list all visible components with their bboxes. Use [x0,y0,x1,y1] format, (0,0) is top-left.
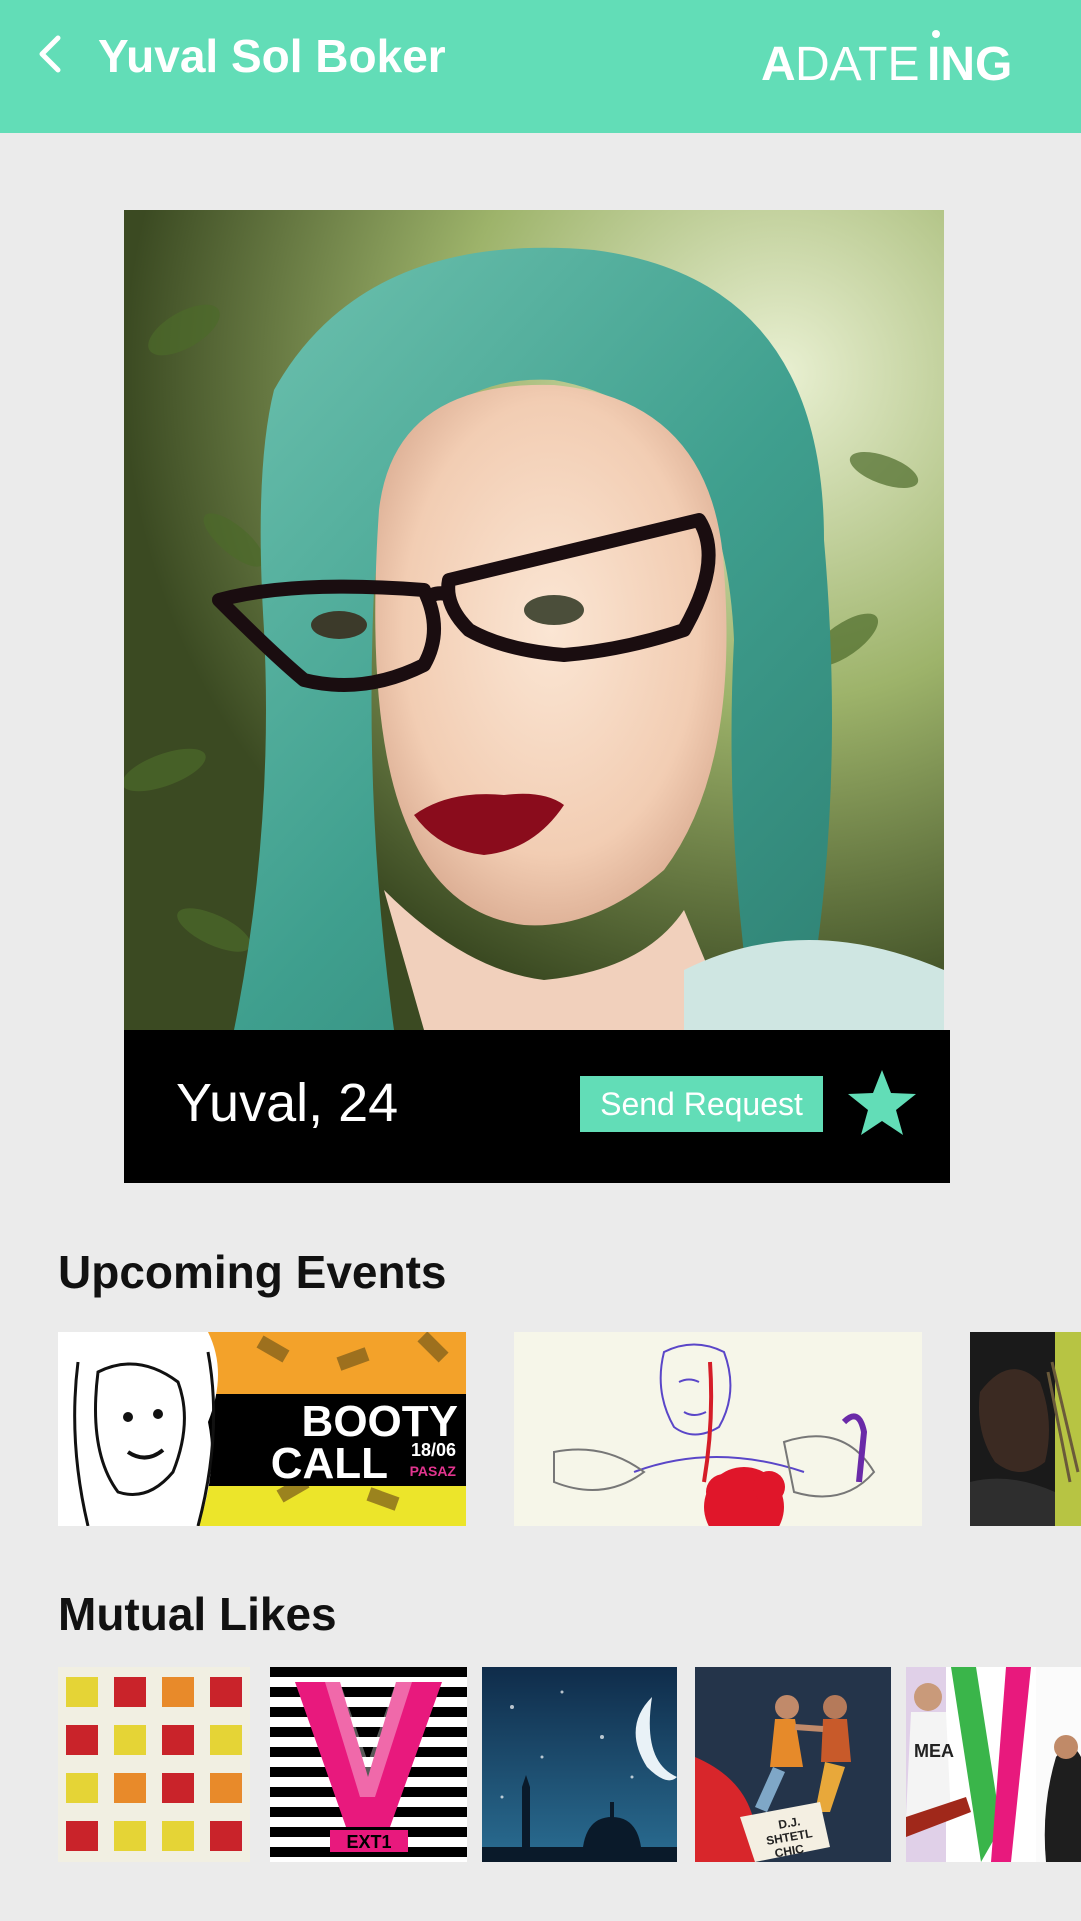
event-title-line2: CALL [271,1439,388,1488]
page-title: Yuval Sol Boker [98,30,446,82]
send-request-button[interactable]: Send Request [580,1076,823,1132]
upcoming-events-title: Upcoming Events [58,1246,447,1298]
profile-photo[interactable] [124,210,944,1030]
mutual-like-label: EXT1 [346,1832,391,1852]
mutual-like-dj-shtetl-chic: D.J. SHTETL CHIC [695,1667,891,1862]
mutual-like-item[interactable]: EXT1 [270,1667,467,1862]
mutual-like-item[interactable]: MEA [906,1667,1081,1862]
mutual-likes-title: Mutual Likes [58,1588,337,1640]
brand-logo-a: A [761,38,796,90]
mutual-like-ext1-logo: EXT1 [270,1667,467,1862]
event-card[interactable] [970,1332,1081,1526]
profile-photo-image [124,210,944,1030]
event-date: 18/06 [411,1440,456,1460]
mutual-like-label: MEA [914,1741,954,1761]
chevron-left-icon [39,35,61,73]
event-card[interactable] [514,1332,922,1526]
profile-info-bar: Yuval, 24 Send Request [124,1030,950,1183]
event-poster-portrait [970,1332,1081,1526]
brand-logo: A DATE ING [761,30,1012,90]
brand-logo-ing: ING [927,38,1012,90]
name-age-label: Yuval, 24 [176,1073,399,1133]
brand-logo-date: DATE [795,38,919,90]
mutual-like-item[interactable]: D.J. SHTETL CHIC [695,1667,891,1862]
event-poster-booty-call: BOOTY CALL 18/06 PASAZ [58,1332,466,1526]
app-bar: Yuval Sol Boker A DATE ING [0,0,1081,133]
mutual-like-band-photo: MEA [906,1667,1081,1862]
event-poster-illustration [514,1332,922,1526]
event-venue: PASAZ [410,1463,457,1479]
star-icon [848,1070,916,1135]
event-card[interactable]: BOOTY CALL 18/06 PASAZ [58,1332,466,1526]
mutual-like-item[interactable] [58,1667,250,1862]
mutual-like-item[interactable] [482,1667,677,1862]
back-button[interactable] [28,28,78,80]
favorite-button[interactable] [846,1068,918,1138]
mutual-like-night-sky [482,1667,677,1862]
mutual-like-pattern [58,1667,250,1862]
